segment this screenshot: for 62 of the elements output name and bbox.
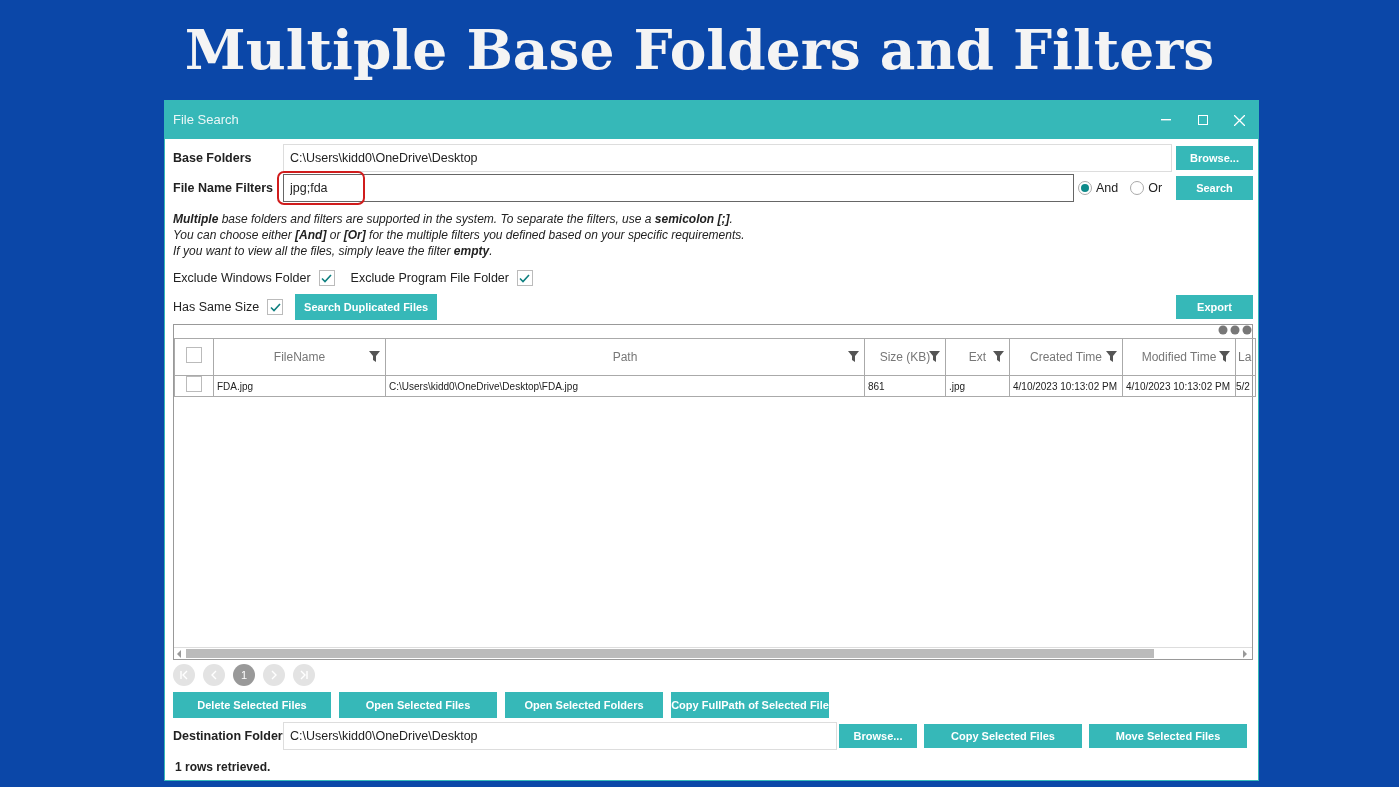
- field-label: File Name Filters: [173, 179, 275, 197]
- help-text: If you want to view all the files, simply leave the filter empty.: [173, 243, 494, 259]
- column-header[interactable]: FileName: [273, 350, 326, 364]
- browse-button[interactable]: Browse...: [1176, 146, 1253, 170]
- option-label: Exclude Program File Folder: [350, 269, 509, 287]
- field-label: Base Folders: [173, 149, 253, 167]
- radio-button[interactable]: [1130, 181, 1145, 195]
- table-cell: FDA.jpg: [213, 375, 386, 397]
- action-button[interactable]: Open Selected Files: [339, 692, 497, 718]
- page-button[interactable]: 1: [233, 664, 255, 686]
- table-cell: 4/10/2023 10:13:02 PM: [1122, 375, 1236, 397]
- filter-icon[interactable]: [1219, 351, 1230, 362]
- action-button[interactable]: Copy FullPath of Selected File: [671, 692, 829, 718]
- close-icon[interactable]: [1234, 114, 1245, 126]
- action-button[interactable]: Browse...: [839, 724, 917, 748]
- column-header[interactable]: Path: [612, 350, 638, 364]
- filter-icon[interactable]: [993, 351, 1004, 362]
- option-label: Has Same Size: [173, 298, 260, 316]
- table-cell: .jpg: [945, 375, 1010, 397]
- checkbox[interactable]: [267, 299, 284, 315]
- radio-button[interactable]: [1078, 181, 1092, 195]
- more-icon[interactable]: [1218, 325, 1252, 335]
- table-cell: 861: [864, 375, 946, 397]
- window-title: File Search: [173, 111, 240, 130]
- table-cell: C:\Users\kidd0\OneDrive\Desktop\FDA.jpg: [385, 375, 865, 397]
- minimize-icon[interactable]: [1160, 119, 1171, 121]
- field-label: Destination Folder: [173, 727, 283, 745]
- last-page-icon: [299, 670, 309, 680]
- action-button[interactable]: Move Selected Files: [1089, 724, 1247, 748]
- filter-field[interactable]: jpg;fda: [283, 174, 1074, 202]
- chevron-right-icon: [269, 670, 279, 680]
- radio-label: And: [1096, 179, 1119, 197]
- folder-field[interactable]: C:\Users\kidd0\OneDrive\Desktop: [283, 722, 837, 750]
- checkbox[interactable]: [186, 376, 202, 392]
- filter-icon[interactable]: [1106, 351, 1117, 362]
- filter-icon[interactable]: [929, 351, 940, 362]
- filter-icon[interactable]: [848, 351, 859, 362]
- column-header[interactable]: Ext: [968, 350, 987, 364]
- checkbox[interactable]: [516, 270, 533, 286]
- search-button[interactable]: Search: [1176, 176, 1253, 200]
- search-duplicates-button[interactable]: Search Duplicated Files: [295, 294, 438, 320]
- checkbox[interactable]: [318, 270, 335, 286]
- radio-label: Or: [1148, 179, 1163, 197]
- filter-icon[interactable]: [369, 351, 380, 362]
- table-cell: 5/2: [1235, 375, 1256, 397]
- scrollbar-thumb[interactable]: [186, 649, 1154, 658]
- checkbox[interactable]: [186, 346, 202, 363]
- option-label: Exclude Windows Folder: [173, 269, 311, 287]
- folder-field[interactable]: C:\Users\kidd0\OneDrive\Desktop: [283, 144, 1172, 172]
- help-text: Multiple base folders and filters are supported in the system. To separate the filters, use a semicolon [;].: [173, 211, 734, 227]
- chevron-left-icon: [209, 670, 219, 680]
- help-text: You can choose either [And] or [Or] for the multiple filters you defined based on your specific requirements.: [173, 227, 746, 243]
- action-button[interactable]: Open Selected Folders: [505, 692, 663, 718]
- first-page-icon: [179, 670, 189, 680]
- scroll-right-icon[interactable]: [1242, 649, 1248, 658]
- page-heading: Multiple Base Folders and Filters: [183, 16, 1216, 84]
- export-button[interactable]: Export: [1176, 295, 1253, 319]
- action-button[interactable]: Delete Selected Files: [173, 692, 331, 718]
- status-text: 1 rows retrieved.: [175, 759, 272, 776]
- table-cell: 4/10/2023 10:13:02 PM: [1009, 375, 1123, 397]
- maximize-icon[interactable]: [1197, 115, 1208, 125]
- action-button[interactable]: Copy Selected Files: [924, 724, 1082, 748]
